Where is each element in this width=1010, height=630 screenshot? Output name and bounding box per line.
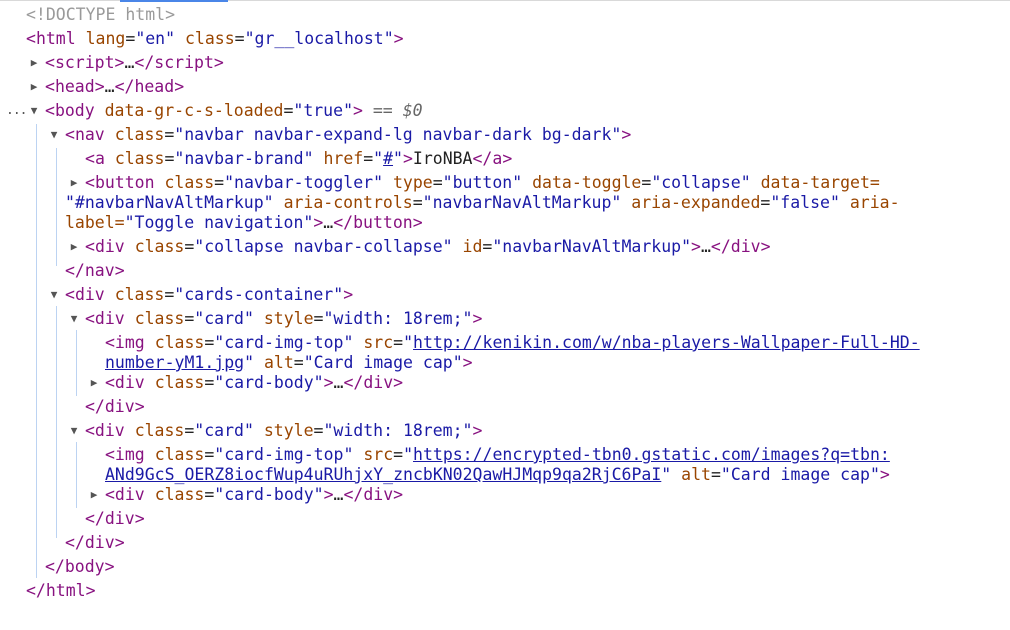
collapse-triangle-icon[interactable]: ▼ xyxy=(47,284,61,306)
dom-tree-panel: <!DOCTYPE html> <html lang="en" class="g… xyxy=(0,0,1010,630)
expand-triangle-icon[interactable]: ▶ xyxy=(67,172,81,194)
indent-guide-cards-container xyxy=(56,306,57,538)
html-close-tag: </html> xyxy=(26,581,96,600)
card-2-img-tag-line-2: ANd9GcS_OERZ8iocfWup4uRUhjxY_zncbKN02Qaw… xyxy=(105,465,890,484)
card-1-body-tag: <div class="card-body">…</div> xyxy=(105,373,404,392)
collapse-triangle-icon[interactable]: ▼ xyxy=(47,124,61,146)
doctype-text: <!DOCTYPE html> xyxy=(26,5,176,24)
script-collapsed-tag: <script>…</script> xyxy=(45,53,224,72)
head-collapsed-tag: <head>…</head> xyxy=(45,77,185,96)
body-open-tag: <body data-gr-c-s-loaded="true"> == $0 xyxy=(45,101,423,120)
expand-triangle-icon[interactable]: ▶ xyxy=(87,484,101,506)
expand-triangle-icon[interactable]: ▶ xyxy=(87,372,101,394)
card-2-body-tag: <div class="card-body">…</div> xyxy=(105,485,404,504)
card-2-open-tag: <div class="card" style="width: 18rem;"> xyxy=(85,421,483,440)
card-2-img-tag-line-1: <img class="card-img-top" src="https://e… xyxy=(105,445,890,464)
active-tab-indicator xyxy=(120,0,228,2)
toggler-open-tag-line-3: label="Toggle navigation">…</button> xyxy=(65,213,423,232)
card-2-img-src-link[interactable]: https://encrypted-tbn0.gstatic.com/image… xyxy=(413,445,890,464)
body-close-tag: </body> xyxy=(45,557,115,576)
toggler-open-tag-line-1: <button class="navbar-toggler" type="but… xyxy=(85,173,880,192)
expand-triangle-icon[interactable]: ▶ xyxy=(67,236,81,258)
more-actions-dots-icon[interactable]: ... xyxy=(6,100,28,122)
nav-close-tag: </nav> xyxy=(65,261,125,280)
card-2-img-src-link-cont[interactable]: ANd9GcS_OERZ8iocfWup4uRUhjxY_zncbKN02Qaw… xyxy=(105,465,661,484)
indent-guide-card-1 xyxy=(76,330,77,396)
card-2-close-tag: </div> xyxy=(85,509,145,528)
indent-guide-card-2 xyxy=(76,442,77,508)
card-1-close-tag: </div> xyxy=(85,397,145,416)
html-open-tag: <html lang="en" class="gr__localhost"> xyxy=(26,29,404,48)
nav-open-tag: <nav class="navbar navbar-expand-lg navb… xyxy=(65,125,632,144)
cards-container-open-tag: <div class="cards-container"> xyxy=(65,285,354,304)
brand-anchor-tag: <a class="navbar-brand" href="#">IroNBA<… xyxy=(85,149,513,168)
toggler-open-tag-line-2: "#navbarNavAltMarkup" aria-controls="nav… xyxy=(65,193,900,212)
collapse-triangle-icon[interactable]: ▼ xyxy=(67,420,81,442)
collapse-div-tag: <div class="collapse navbar-collapse" id… xyxy=(85,237,771,256)
href-link[interactable]: # xyxy=(383,149,393,168)
collapse-triangle-icon[interactable]: ▼ xyxy=(67,308,81,330)
collapse-triangle-icon[interactable]: ▼ xyxy=(27,100,41,122)
card-1-img-src-link[interactable]: http://kenikin.com/w/nba-players-Wallpap… xyxy=(413,333,920,352)
expand-triangle-icon[interactable]: ▶ xyxy=(27,52,41,74)
cards-container-close-tag: </div> xyxy=(65,533,125,552)
card-1-img-tag-line-2: number-yM1.jpg" alt="Card image cap"> xyxy=(105,353,473,372)
card-1-img-tag-line-1: <img class="card-img-top" src="http://ke… xyxy=(105,333,920,352)
card-1-img-src-link-cont[interactable]: number-yM1.jpg xyxy=(105,353,244,372)
expand-triangle-icon[interactable]: ▶ xyxy=(27,76,41,98)
indent-guide-body xyxy=(36,124,37,578)
card-1-open-tag: <div class="card" style="width: 18rem;"> xyxy=(85,309,483,328)
indent-guide-nav xyxy=(56,148,57,266)
